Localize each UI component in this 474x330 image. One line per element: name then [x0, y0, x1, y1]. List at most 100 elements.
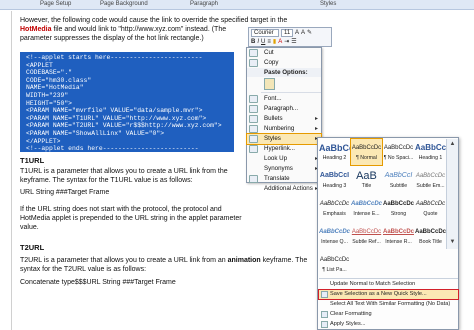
menu-styles[interactable]: Styles▸ — [246, 133, 322, 145]
ribbon-group-labels: Page Setup Page Background Paragraph Sty… — [0, 0, 474, 10]
t1url-paragraph: T1URL is a parameter that allows you to … — [20, 168, 228, 184]
hotmedia-term: HotMedia — [20, 26, 52, 33]
style-normal[interactable]: AaBbCcDc ¶ Normal — [350, 138, 383, 166]
mini-toolbar: Courier 11 A A ✎ B I U ≡ ▮ A ⇥ ☰ — [248, 27, 332, 47]
heading-t1url: T1URL — [20, 156, 45, 165]
style-list-paragraph[interactable]: AaBbCcDc ¶ List Pa... — [319, 251, 350, 277]
font-name-box[interactable]: Courier — [251, 28, 279, 37]
font-size-box[interactable]: 11 — [281, 28, 293, 37]
code-line: </APPLET> — [26, 137, 61, 145]
style-subtitle[interactable]: AaBbCcI Subtitle — [383, 167, 414, 193]
font-color-icon[interactable]: A — [278, 39, 282, 45]
style-intense-quote[interactable]: AaBbCcDc Intense Q... — [319, 223, 350, 249]
format-painter-icon[interactable]: ✎ — [307, 29, 312, 36]
ribbon-group-paragraph: Paragraph — [190, 1, 219, 7]
scroll-down-icon[interactable]: ▼ — [447, 237, 458, 247]
code-line: NAME="HotMedia" — [26, 84, 84, 92]
style-heading-2[interactable]: AaBbCcHeading 2 — [319, 139, 350, 165]
code-line: <PARAM NAME="T1URL" VALUE="http://www.xy… — [26, 114, 207, 122]
scroll-up-icon[interactable]: ▲ — [447, 139, 458, 149]
clear-formatting-command[interactable]: Clear Formatting — [319, 310, 458, 319]
apply-styles-icon — [321, 321, 328, 328]
clear-formatting-icon — [321, 311, 328, 318]
selected-code-block[interactable]: <!--applet starts here------------------… — [20, 52, 234, 152]
align-icon[interactable]: ≡ — [267, 39, 271, 45]
save-quick-style-command[interactable]: Save Selection as a New Quick Style... — [318, 289, 459, 300]
code-line: <!--applet starts here------------------… — [26, 54, 203, 61]
code-line: <PARAM NAME="mvrfile" VALUE="data/sample… — [26, 107, 203, 115]
menu-translate[interactable]: Translate — [247, 174, 321, 184]
menu-font[interactable]: Font... — [247, 94, 321, 104]
style-heading-3[interactable]: AaBbCcI Heading 3 — [319, 167, 350, 193]
submenu-arrow-icon: ▸ — [314, 126, 318, 132]
menu-bullets[interactable]: Bullets ▸ — [247, 114, 321, 124]
highlight-icon[interactable]: ▮ — [273, 38, 276, 45]
paste-options-header: Paste Options: — [247, 68, 321, 77]
ribbon-group-styles: Styles — [320, 1, 337, 7]
styles-icon — [249, 135, 258, 143]
page-left-margin — [11, 11, 12, 330]
paste-icon — [264, 78, 275, 90]
code-line: CODE="hm30.class" — [26, 76, 92, 84]
font-icon — [249, 95, 258, 103]
style-heading-1[interactable]: AaBbCc Heading 1 — [415, 139, 446, 165]
hyperlink-icon — [249, 145, 258, 153]
underline-icon[interactable]: U — [261, 39, 265, 45]
style-intense-emphasis[interactable]: AaBbCcDc Intense E... — [351, 195, 382, 221]
shrink-font-icon[interactable]: A — [301, 30, 305, 36]
menu-hyperlink[interactable]: Hyperlink... — [247, 144, 321, 154]
code-line: <PARAM NAME="T2URL" VALUE="r$$$http://ww… — [26, 122, 222, 130]
gallery-scrollbar[interactable]: ▲ ▼ — [446, 139, 458, 249]
heading-t2url: T2URL — [20, 243, 45, 252]
italic-icon[interactable]: I — [257, 39, 259, 45]
style-intense-reference[interactable]: AaBbCcDc Intense R... — [383, 223, 414, 249]
ribbon-group-page-setup: Page Setup — [40, 1, 72, 7]
style-subtle-emphasis[interactable]: AaBbCcDc Subtle Em... — [415, 167, 446, 193]
style-quote[interactable]: AaBbCcDc Quote — [415, 195, 446, 221]
code-line: <APPLET — [26, 61, 53, 69]
grow-font-icon[interactable]: A — [295, 30, 299, 36]
paste-option[interactable] — [247, 77, 321, 91]
bullets-icon[interactable]: ☰ — [291, 38, 296, 45]
bullets-icon — [249, 115, 258, 123]
code-line: HEIGHT="50"> — [26, 99, 73, 107]
code-line: WIDTH="239" — [26, 91, 69, 99]
bold-icon[interactable]: B — [251, 39, 255, 45]
style-title[interactable]: AaB Title — [351, 167, 382, 193]
style-strong[interactable]: AaBbCcDc Strong — [383, 195, 414, 221]
t2url-paragraph: T2URL is a parameter that allows you to … — [20, 257, 308, 273]
select-similar-command[interactable]: Select All Text With Similar Formatting … — [319, 300, 458, 309]
translate-icon — [249, 175, 258, 183]
ribbon-group-page-background: Page Background — [100, 1, 148, 7]
paragraph-icon — [249, 105, 258, 113]
copy-icon — [249, 59, 258, 67]
styles-gallery: AaBbCcHeading 2 AaBbCcDc¶ Normal AaBbCcD… — [317, 137, 459, 330]
submenu-arrow-icon: ▸ — [314, 116, 318, 122]
cut-icon — [249, 49, 258, 57]
menu-cut[interactable]: Cut — [247, 48, 321, 58]
code-line: CODEBASE="." — [26, 69, 73, 77]
code-line: <!--applet ends here--------------------… — [26, 145, 199, 153]
context-menu: Cut Copy Paste Options: Font... Paragrap… — [246, 47, 322, 192]
gallery-separator — [319, 278, 458, 279]
menu-synonyms[interactable]: Synonyms▸ — [247, 164, 321, 174]
t2url-syntax: Concatenate type$$$URL String ###Target … — [20, 279, 176, 286]
menu-paragraph[interactable]: Paragraph... — [247, 104, 321, 114]
menu-additional-actions[interactable]: Additional Actions▸ — [247, 184, 321, 194]
numbering-icon — [249, 125, 258, 133]
save-style-icon — [321, 291, 328, 298]
protocol-paragraph: If the URL string does not start with th… — [20, 206, 242, 231]
style-emphasis[interactable]: AaBbCcDc Emphasis — [319, 195, 350, 221]
code-line: <PARAM NAME="ShowAllLinx" VALUE="0"> — [26, 129, 165, 137]
menu-look-up[interactable]: Look Up▸ — [247, 154, 321, 164]
indent-icon[interactable]: ⇥ — [284, 38, 289, 45]
style-no-spacing[interactable]: AaBbCcDc ¶ No Spaci... — [383, 139, 414, 165]
apply-styles-command[interactable]: Apply Styles... — [319, 320, 458, 329]
animation-term: animation — [227, 257, 261, 264]
update-normal-command[interactable]: Update Normal to Match Selection — [319, 280, 458, 289]
menu-copy[interactable]: Copy — [247, 58, 321, 68]
style-subtle-reference[interactable]: AaBbCcDc Subtle Ref... — [351, 223, 382, 249]
menu-separator — [261, 92, 321, 93]
menu-numbering[interactable]: Numbering ▸ — [247, 124, 321, 134]
style-book-title[interactable]: AaBbCcDc Book Title — [415, 223, 446, 249]
